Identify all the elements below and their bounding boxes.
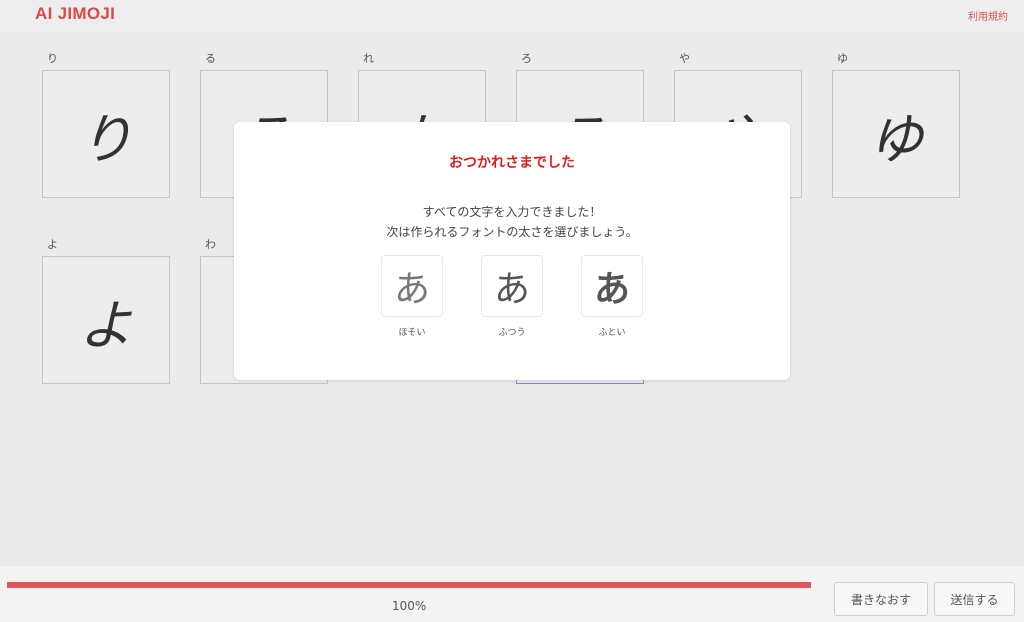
- progress-text: 100%: [392, 599, 427, 613]
- footer-bar: 100% 書きなおす 送信する: [0, 566, 1024, 622]
- weight-option-bold[interactable]: あ ふとい: [581, 255, 643, 338]
- dialog-message: すべての文字を入力できました！ 次は作られるフォントの太さを選びましょう。: [234, 202, 790, 242]
- weight-label: ふとい: [598, 328, 626, 338]
- progress-bar: [7, 582, 811, 588]
- weight-option-normal[interactable]: あ ふつう: [481, 255, 543, 338]
- weight-sample-bold[interactable]: あ: [581, 255, 643, 317]
- rewrite-button[interactable]: 書きなおす: [834, 582, 928, 616]
- completion-dialog: おつかれさまでした すべての文字を入力できました！ 次は作られるフォントの太さを…: [234, 122, 790, 380]
- submit-button[interactable]: 送信する: [934, 582, 1015, 616]
- weight-option-thin[interactable]: あ ほそい: [381, 255, 443, 338]
- dialog-message-line2: 次は作られるフォントの太さを選びましょう。: [386, 225, 638, 239]
- weight-sample-normal[interactable]: あ: [481, 255, 543, 317]
- weight-label: ほそい: [398, 328, 426, 338]
- dialog-message-line1: すべての文字を入力できました！: [422, 205, 602, 219]
- dialog-title: おつかれさまでした: [449, 155, 575, 171]
- weight-label: ふつう: [498, 328, 526, 338]
- weight-sample-thin[interactable]: あ: [381, 255, 443, 317]
- progress-fill: [7, 582, 811, 588]
